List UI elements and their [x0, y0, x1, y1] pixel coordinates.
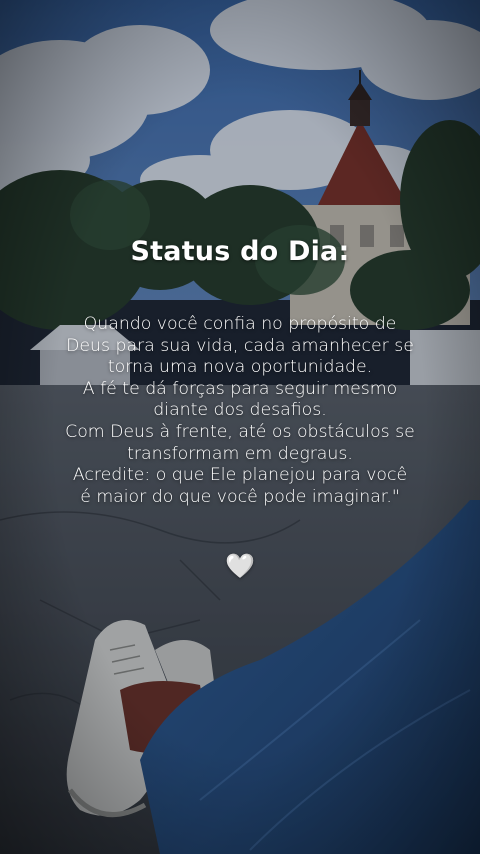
- status-screen: Status do Dia: Quando você confia no pro…: [0, 0, 480, 854]
- background-photo: [0, 0, 480, 854]
